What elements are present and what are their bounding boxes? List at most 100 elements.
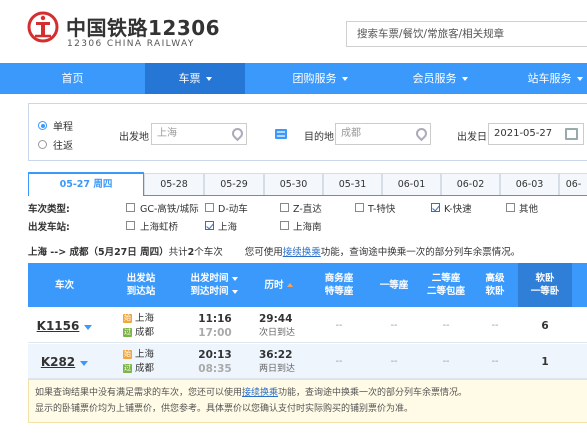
notice-line-1: 如果查询结果中没有满足需求的车次，您还可以使用接续换乘功能，查询途中换乘一次的部… [35, 385, 581, 401]
hint-prefix: 您可使用 [244, 247, 283, 258]
expand-stops-icon[interactable] [84, 324, 93, 330]
depart-time: 20:13 [198, 348, 232, 361]
site-header: 中国铁路12306 12306 CHINA RAILWAY 搜索车票/餐饮/常旅… [0, 0, 587, 62]
date-tab[interactable]: 05-28 [144, 173, 204, 195]
arrive-time: 08:35 [198, 362, 232, 375]
swap-stations-icon[interactable] [275, 129, 287, 139]
notice-line-2: 显示的卧铺票价均为上铺票价，供您参考。具体票价以您确认支付时实际购买的铺别票价为… [35, 404, 414, 414]
nav-label: 团购服务 [292, 72, 337, 85]
train-number[interactable]: K1156 [37, 319, 80, 333]
notice-text: 如果查询结果中没有满足需求的车次，您还可以使用 [35, 388, 243, 398]
col-deluxe: 高级 软卧 [472, 263, 518, 307]
header-label: 出发站 [126, 273, 156, 284]
col-soft: 软卧 一等卧 [518, 263, 572, 307]
header-label: 二等座 [431, 273, 461, 284]
date-tab[interactable]: 05-29 [204, 173, 264, 195]
count-prefix: 共计 [168, 247, 188, 258]
table-row[interactable]: K282 始上海 过成都 20:13 08:35 36:22 两日到达 -- -… [28, 344, 587, 379]
filter-label: Z-直达 [293, 204, 322, 215]
chevron-down-icon [205, 77, 212, 81]
duration-note: 两日到达 [259, 363, 296, 374]
trip-oneway-label: 单程 [53, 122, 73, 133]
expand-stops-icon[interactable] [80, 360, 89, 366]
seat-business: -- [335, 356, 343, 367]
checkbox-k[interactable] [431, 203, 440, 212]
start-badge: 始 [123, 313, 132, 323]
nav-item-station[interactable]: 站车服务 [505, 63, 587, 94]
col-time[interactable]: 出发时间 到达时间 [181, 263, 247, 307]
col-duration[interactable]: 历时 [247, 263, 310, 307]
chevron-down-icon [341, 77, 348, 81]
railway-logo-icon[interactable] [27, 11, 59, 43]
date-tab[interactable]: 06- [559, 173, 587, 195]
col-second: 二等座 二等包座 [420, 263, 472, 307]
header-label: 车次 [54, 279, 74, 291]
nav-label: 首页 [61, 72, 84, 85]
date-tab[interactable]: 05-31 [323, 173, 382, 195]
checkbox-gc[interactable] [126, 203, 135, 212]
train-cell[interactable]: K1156 [28, 308, 101, 343]
seat-second: -- [442, 320, 450, 331]
filter-label: 其他 [519, 204, 539, 215]
seat-first: -- [390, 356, 398, 367]
filter-label: 上海 [218, 222, 238, 233]
header-sort: 到达时间 [190, 285, 238, 298]
checkbox-z[interactable] [280, 203, 289, 212]
logo-title[interactable]: 中国铁路12306 [66, 12, 220, 41]
seat-soft[interactable]: 1 [518, 344, 572, 379]
to-station[interactable]: 成都 [135, 363, 154, 374]
nav-item-home[interactable]: 首页 [0, 63, 145, 94]
depart-station-label: 出发车站: [28, 222, 70, 233]
from-station[interactable]: 上海 [135, 349, 154, 360]
nav-label: 站车服务 [527, 72, 572, 85]
checkbox-d[interactable] [205, 203, 214, 212]
nav-item-tickets[interactable]: 车票 [145, 63, 245, 94]
checkbox-hongqiao[interactable] [126, 221, 135, 230]
transfer-link[interactable]: 接续换乘 [283, 247, 321, 258]
station-cell: 始上海 过成都 [123, 344, 154, 379]
table-row[interactable]: K1156 始上海 过成都 11:16 17:00 29:44 次日到达 -- … [28, 308, 587, 343]
date-tab[interactable]: 06-03 [500, 173, 559, 195]
nav-item-member[interactable]: 会员服务 [385, 63, 495, 94]
site-search-input[interactable]: 搜索车票/餐饮/常旅客/相关规章 [346, 21, 587, 47]
header-label: 软卧 [485, 286, 505, 297]
date-tab[interactable]: 06-01 [382, 173, 441, 195]
sort-down-icon [231, 289, 238, 294]
radio-roundtrip[interactable] [38, 140, 47, 149]
from-station[interactable]: 上海 [135, 313, 154, 324]
depart-time: 11:16 [198, 312, 232, 325]
checkbox-other[interactable] [506, 203, 515, 212]
radio-oneway[interactable] [38, 121, 47, 130]
col-business: 商务座 特等座 [310, 263, 368, 307]
train-cell[interactable]: K282 [28, 344, 101, 379]
to-station[interactable]: 成都 [135, 327, 154, 338]
filter-label: T-特快 [368, 204, 396, 215]
date-tab[interactable]: 06-02 [441, 173, 500, 195]
transfer-link[interactable]: 接续换乘 [242, 388, 278, 398]
seat-first: -- [390, 320, 398, 331]
checkbox-t[interactable] [355, 203, 364, 212]
header-sort: 出发时间 [190, 272, 238, 285]
header-label: 到达时间 [190, 286, 229, 297]
main-nav: 首页 车票 团购服务 会员服务 站车服务 [0, 63, 587, 94]
train-type-label: 车次类型: [28, 204, 70, 215]
date-tab[interactable]: 05-30 [264, 173, 323, 195]
from-label: 出发地 [119, 132, 149, 143]
train-number[interactable]: K282 [41, 355, 75, 369]
duration-cell: 29:44 次日到达 [259, 308, 295, 343]
col-train: 车次 [28, 263, 101, 307]
filter-label: 上海虹桥 [140, 222, 179, 233]
train-filters: 车次类型: GC-高铁/城际 D-动车 Z-直达 T-特快 K-快速 其他 出发… [28, 198, 587, 234]
date-tab-active[interactable]: 05-27 周四 [28, 172, 144, 196]
calendar-icon[interactable] [565, 128, 578, 140]
checkbox-shanghai-south[interactable] [280, 221, 289, 230]
seat-soft[interactable]: 6 [518, 308, 572, 343]
filter-label: K-快速 [444, 204, 472, 215]
checkbox-shanghai[interactable] [205, 221, 214, 230]
filter-label: 上海南 [293, 222, 322, 233]
chevron-down-icon [461, 77, 468, 81]
nav-item-group[interactable]: 团购服务 [265, 63, 375, 94]
pass-badge: 过 [123, 363, 132, 373]
header-label: 软卧 [535, 273, 555, 284]
date-tabs: 05-27 周四 05-28 05-29 05-30 05-31 06-01 0… [28, 172, 587, 196]
